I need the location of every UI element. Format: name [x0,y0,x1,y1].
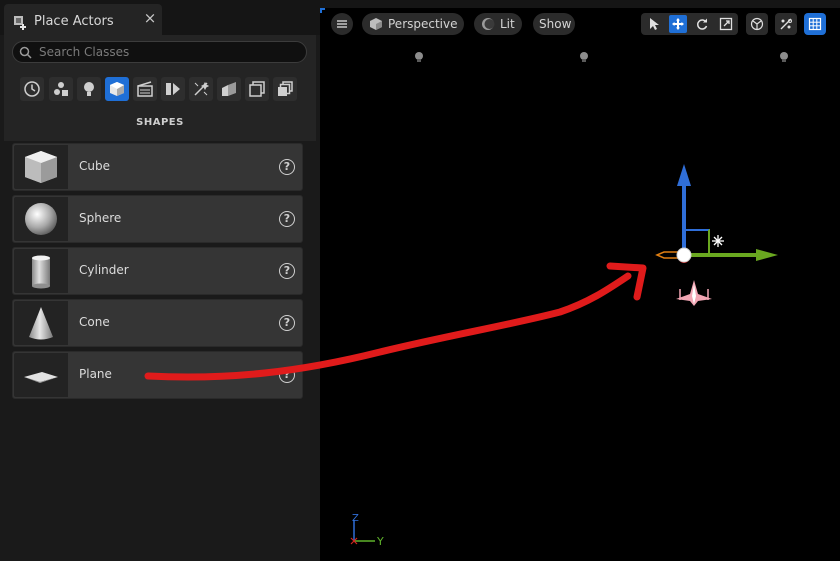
list-item-cylinder[interactable]: Cylinder ? [12,247,303,295]
item-label: Sphere [79,211,122,225]
panel-toolbar: SHAPES [4,35,316,141]
category-lights[interactable] [77,77,101,101]
list-item-sphere[interactable]: Sphere ? [12,195,303,243]
list-item-cone[interactable]: Cone ? [12,299,303,347]
item-thumbnail [14,301,68,345]
item-thumbnail [14,353,68,397]
category-recent[interactable] [20,77,44,101]
tab-title: Place Actors [34,14,114,29]
place-actors-panel: Place Actors × Search Classes SHAPES Cub… [0,0,320,561]
visual-effects-icon [166,83,180,95]
item-label: Cylinder [79,263,129,277]
cylinder-icon [32,255,50,289]
item-thumbnail [14,145,68,189]
lights-icon [84,82,94,96]
search-box[interactable] [12,41,307,63]
list-item-cube[interactable]: Cube ? [12,143,303,191]
sphere-icon [25,203,57,235]
level-viewport[interactable]: Perspective Lit Show Y Z [320,8,840,561]
item-thumbnail [14,249,68,293]
item-label: Cube [79,159,110,173]
axis-y-label: Y [376,535,384,548]
search-input[interactable] [39,43,299,61]
axis-z-label: Z [352,513,359,524]
close-icon[interactable]: × [142,10,158,26]
place-actors-icon [14,16,26,30]
search-icon [19,46,32,59]
cinematic-icon [137,81,153,97]
tab-strip: Place Actors × [0,0,320,35]
basic-icon [54,82,68,96]
help-icon[interactable]: ? [279,159,295,175]
help-icon[interactable]: ? [279,315,295,331]
category-geometry[interactable] [189,77,213,101]
plane-icon [24,372,58,383]
axis-indicator: Y Z [350,513,384,548]
category-cinematic[interactable] [133,77,157,101]
cone-icon [29,307,53,340]
category-shapes[interactable] [105,77,129,101]
volumes-icon [222,82,236,96]
item-label: Plane [79,367,112,381]
category-volumes[interactable] [217,77,241,101]
category-more[interactable] [273,77,297,101]
player-start-icon[interactable] [676,280,712,306]
more-icon [278,81,293,96]
shapes-icon [110,82,124,96]
transform-gizmo[interactable] [655,164,778,263]
help-icon[interactable]: ? [279,263,295,279]
help-icon[interactable]: ? [279,211,295,227]
category-basic[interactable] [49,77,73,101]
geometry-icon [194,81,210,96]
scene-view: Y Z [350,164,778,548]
item-thumbnail [14,197,68,241]
section-title: SHAPES [136,117,184,128]
category-all-classes[interactable] [245,77,269,101]
help-icon[interactable]: ? [279,367,295,383]
place-actors-tab[interactable]: Place Actors × [4,4,162,35]
item-label: Cone [79,315,110,329]
all-classes-icon [249,81,265,97]
cube-icon [25,151,57,183]
category-visual-effects[interactable] [161,77,185,101]
list-item-plane[interactable]: Plane ? [12,351,303,399]
recent-icon [24,81,40,97]
